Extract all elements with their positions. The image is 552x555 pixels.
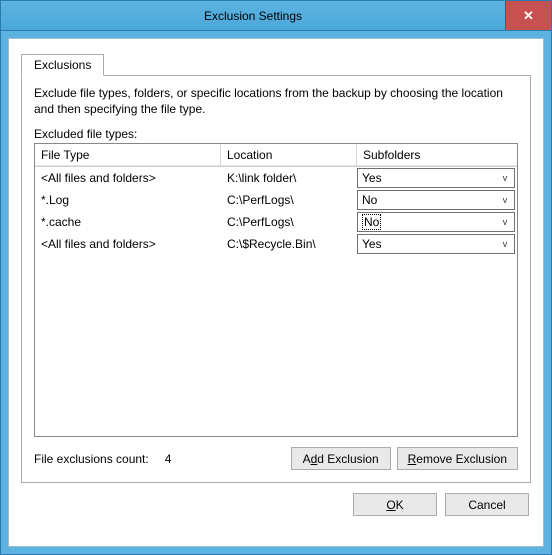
- cancel-button[interactable]: Cancel: [445, 493, 529, 516]
- col-header-location[interactable]: Location: [221, 144, 357, 166]
- chevron-down-icon: v: [498, 217, 512, 227]
- excluded-label: Excluded file types:: [34, 127, 518, 141]
- subfolders-dropdown[interactable]: Yes v: [357, 234, 515, 254]
- table-row[interactable]: *.LogC:\PerfLogs\ No v: [35, 189, 517, 211]
- subfolders-dropdown[interactable]: Yes v: [357, 168, 515, 188]
- tab-label: Exclusions: [34, 58, 91, 72]
- tab-strip: Exclusions Exclude file types, folders, …: [21, 53, 531, 483]
- subfolders-value: Yes: [362, 237, 382, 251]
- tab-footer: File exclusions count: 4 Add Exclusion R…: [34, 447, 518, 470]
- add-exclusion-button[interactable]: Add Exclusion: [291, 447, 391, 470]
- grid-body: <All files and folders>K:\link folder\Ye…: [35, 167, 517, 255]
- dialog-buttons: OK Cancel: [21, 483, 531, 518]
- chevron-down-icon: v: [498, 195, 512, 205]
- ok-button[interactable]: OK: [353, 493, 437, 516]
- window-frame: Exclusion Settings ✕ Exclusions Exclude …: [0, 0, 552, 555]
- description-text: Exclude file types, folders, or specific…: [34, 86, 518, 117]
- cell-file-type[interactable]: *.Log: [35, 189, 221, 211]
- subfolders-dropdown[interactable]: No v: [357, 190, 515, 210]
- cell-location[interactable]: K:\link folder\: [221, 167, 357, 189]
- tab-body: Exclude file types, folders, or specific…: [21, 75, 531, 483]
- cell-location[interactable]: C:\PerfLogs\: [221, 211, 357, 233]
- tab-exclusions[interactable]: Exclusions: [21, 54, 104, 76]
- subfolders-value: No: [362, 214, 381, 230]
- close-button[interactable]: ✕: [505, 1, 551, 30]
- client-area: Exclusions Exclude file types, folders, …: [8, 38, 544, 547]
- cancel-label: Cancel: [468, 498, 505, 512]
- col-header-subfolders[interactable]: Subfolders: [357, 144, 517, 166]
- cell-file-type[interactable]: <All files and folders>: [35, 233, 221, 255]
- chevron-down-icon: v: [498, 239, 512, 249]
- subfolders-value: Yes: [362, 171, 382, 185]
- table-row[interactable]: *.cacheC:\PerfLogs\ No v: [35, 211, 517, 233]
- client-chrome: Exclusions Exclude file types, folders, …: [1, 31, 551, 554]
- col-header-file-type[interactable]: File Type: [35, 144, 221, 166]
- count-label: File exclusions count:: [34, 452, 149, 466]
- cell-file-type[interactable]: *.cache: [35, 211, 221, 233]
- cell-file-type[interactable]: <All files and folders>: [35, 167, 221, 189]
- table-row[interactable]: <All files and folders>C:\$Recycle.Bin\Y…: [35, 233, 517, 255]
- subfolders-dropdown[interactable]: No v: [357, 212, 515, 232]
- close-icon: ✕: [523, 8, 534, 24]
- count-value: 4: [165, 452, 172, 466]
- remove-exclusion-button[interactable]: Remove Exclusion: [397, 447, 518, 470]
- titlebar: Exclusion Settings ✕: [1, 1, 551, 31]
- cell-location[interactable]: C:\PerfLogs\: [221, 189, 357, 211]
- exclusions-grid[interactable]: File Type Location Subfolders <All files…: [34, 143, 518, 437]
- table-row[interactable]: <All files and folders>K:\link folder\Ye…: [35, 167, 517, 189]
- window-title: Exclusion Settings: [1, 1, 505, 30]
- cell-location[interactable]: C:\$Recycle.Bin\: [221, 233, 357, 255]
- chevron-down-icon: v: [498, 173, 512, 183]
- subfolders-value: No: [362, 193, 377, 207]
- grid-header: File Type Location Subfolders: [35, 144, 517, 167]
